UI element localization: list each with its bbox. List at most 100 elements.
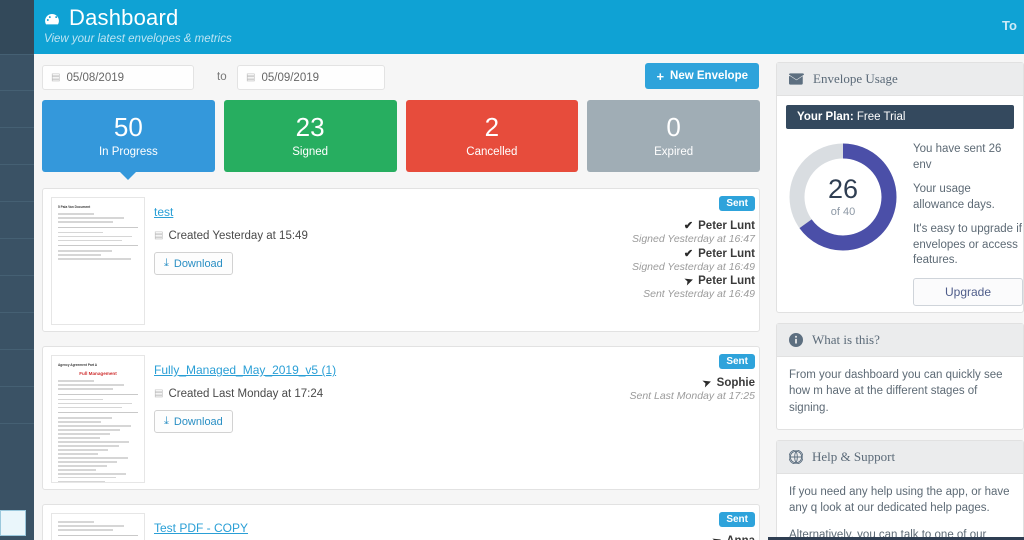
- usage-text-3: It's easy to upgrade if envelopes or acc…: [913, 223, 1022, 267]
- upgrade-button[interactable]: Upgrade: [913, 277, 1023, 306]
- nav-rail-item-9[interactable]: [0, 350, 34, 387]
- paper-plane-icon: ➤: [683, 274, 695, 288]
- thumbnail-text-line: [58, 449, 109, 451]
- envelope-name-link[interactable]: Fully_Managed_May_2019_v5 (1): [154, 363, 336, 377]
- stat-label: Signed: [292, 146, 329, 158]
- page-subtitle: View your latest envelopes & metrics: [44, 33, 232, 45]
- new-envelope-button[interactable]: + New Envelope: [645, 63, 759, 89]
- envelope-card[interactable]: 5 Pala Van Document test ▤ Created Yesterda…: [42, 188, 760, 332]
- thumbnail-text-line: [58, 456, 128, 459]
- header-top-right-partial[interactable]: To: [1002, 18, 1020, 33]
- thumbnail-text-line: [58, 480, 106, 482]
- thumbnail-text-line: [58, 239, 122, 242]
- recipient-name-row: ➤ Sophie: [555, 376, 755, 389]
- recipient-name: Peter Lunt: [698, 247, 755, 260]
- plus-icon: +: [656, 68, 665, 84]
- stat-tile-expired[interactable]: 0 Expired: [587, 100, 760, 172]
- stat-label: Cancelled: [466, 146, 518, 158]
- dashboard-gauge-icon: [43, 9, 61, 27]
- date-range-separator: to: [217, 71, 227, 83]
- help-support-header: Help & Support: [777, 440, 1023, 474]
- thumbnail-text-line: [58, 258, 131, 260]
- thumbnail-text-line: [58, 402, 133, 405]
- envelope-name-link[interactable]: test: [154, 205, 173, 219]
- download-button[interactable]: ⤓ Download: [154, 410, 233, 433]
- usage-row: 26 of 40 You have sent 26 env Your usage…: [777, 129, 1023, 312]
- nav-rail-item-5[interactable]: [0, 202, 34, 239]
- usage-text-2: Your usage allowance days.: [913, 183, 995, 211]
- stat-tile-cancelled[interactable]: 2 Cancelled: [405, 100, 579, 172]
- status-badge: Sent: [719, 354, 755, 369]
- donut-total-label: of 40: [830, 206, 856, 218]
- thumbnail-text-line: [58, 433, 110, 435]
- document-thumbnail[interactable]: 5 Pala Van Document: [51, 197, 145, 325]
- nav-rail-item-8[interactable]: [0, 313, 34, 350]
- document-thumbnail[interactable]: Agency Agreement Part A Full Management: [51, 355, 145, 483]
- download-label: Download: [173, 415, 223, 428]
- stat-tile-signed[interactable]: 23 Signed: [223, 100, 397, 172]
- thumbnail-red-title: Full Management: [79, 371, 117, 376]
- document-thumbnail[interactable]: [51, 513, 145, 540]
- thumbnail-text-line: [58, 441, 130, 443]
- usage-text-block: You have sent 26 env Your usage allowanc…: [913, 137, 1023, 306]
- what-is-this-title: What is this?: [812, 331, 880, 347]
- envelope-name-link[interactable]: Test PDF - COPY: [154, 521, 248, 535]
- thumbnail-rule: [58, 226, 138, 228]
- stat-tiles: 50 In Progress 23 Signed 2 Cancelled 0 Expired: [42, 100, 760, 180]
- date-from-input[interactable]: ▤ 05/08/2019: [42, 65, 194, 90]
- stat-label: Expired: [654, 146, 694, 158]
- recipient-name-row: ➤Anna: [555, 534, 755, 540]
- nav-rail-item-6[interactable]: [0, 239, 34, 276]
- recipient-status-time: Sent Last Monday at 17:25: [629, 390, 755, 402]
- page-title: Dashboard: [43, 5, 178, 31]
- thumbnail-text-line: [58, 406, 122, 409]
- date-from-value: 05/08/2019: [66, 71, 125, 84]
- stat-tile-in-progress[interactable]: 50 In Progress: [42, 100, 215, 180]
- left-nav-rail[interactable]: [0, 0, 34, 540]
- recipient-name: Anna: [726, 535, 755, 540]
- calendar-icon: ▤: [51, 71, 61, 83]
- recipient-status-time: Sent Yesterday at 16:49: [643, 288, 755, 300]
- recipient-row: ✔ Peter Lunt Signed Yesterday at 16:49: [555, 247, 755, 274]
- nav-rail-item-10[interactable]: [0, 387, 34, 424]
- nav-rail-item-1[interactable]: [0, 54, 34, 91]
- envelope-usage-panel: Envelope Usage Your Plan: Free Trial 26 …: [776, 62, 1024, 313]
- nav-rail-item-7[interactable]: [0, 276, 34, 313]
- thumbnail-title: Agency Agreement Part A: [58, 363, 98, 367]
- what-is-this-body: From your dashboard you can quickly see …: [777, 357, 1023, 429]
- recipient-name: Peter Lunt: [698, 219, 755, 232]
- date-to-input[interactable]: ▤ 05/09/2019: [237, 65, 385, 90]
- help-support-panel: Help & Support If you need any help usin…: [768, 439, 1024, 540]
- what-is-this-header: What is this?: [777, 323, 1023, 357]
- recipient-name-row: ✔ Peter Lunt: [555, 219, 755, 233]
- page-header: Dashboard View your latest envelopes & m…: [34, 0, 1024, 54]
- thumbnail-rule: [58, 245, 138, 247]
- help-support-title: Help & Support: [812, 448, 896, 464]
- thumbnail-text-line: [58, 468, 97, 471]
- thumbnail-text-line: [58, 437, 100, 439]
- dashboard-page: Dashboard View your latest envelopes & m…: [0, 0, 1024, 540]
- thumbnail-text-line: [58, 380, 94, 382]
- status-badge: Sent: [719, 512, 755, 527]
- download-button[interactable]: ⤓ Download: [154, 252, 233, 275]
- nav-rail-item-2[interactable]: [0, 91, 34, 128]
- paper-plane-icon: ➤: [711, 534, 723, 540]
- nav-rail-bottom-button[interactable]: [0, 510, 26, 536]
- recipient-row: ✔ Peter Lunt Signed Yesterday at 16:47: [555, 219, 755, 246]
- thumbnail-text-line: [58, 524, 124, 527]
- envelope-card[interactable]: Agency Agreement Part A Full Management Fu…: [42, 346, 760, 490]
- nav-rail-logo[interactable]: [0, 0, 34, 54]
- thumbnail-text-line: [58, 464, 107, 467]
- donut-used-value: 26: [827, 174, 859, 204]
- plan-label: Your Plan:: [797, 111, 854, 123]
- envelope-card[interactable]: Test PDF - COPY▤Created 29/08/2019⤓Downl…: [42, 504, 760, 540]
- thumbnail-text-line: [58, 220, 114, 223]
- envelope-icon: [789, 73, 804, 85]
- envelope-status-column: Sent ➤AnnaSent 29/08/2019: [555, 509, 755, 540]
- nav-rail-item-4[interactable]: [0, 165, 34, 202]
- nav-rail-item-3[interactable]: [0, 128, 34, 165]
- stat-value: 50: [113, 112, 143, 142]
- thumbnail-text-line: [58, 460, 118, 463]
- thumbnail-text-line: [58, 452, 98, 455]
- right-sidebar: Envelope Usage Your Plan: Free Trial 26 …: [768, 54, 1024, 540]
